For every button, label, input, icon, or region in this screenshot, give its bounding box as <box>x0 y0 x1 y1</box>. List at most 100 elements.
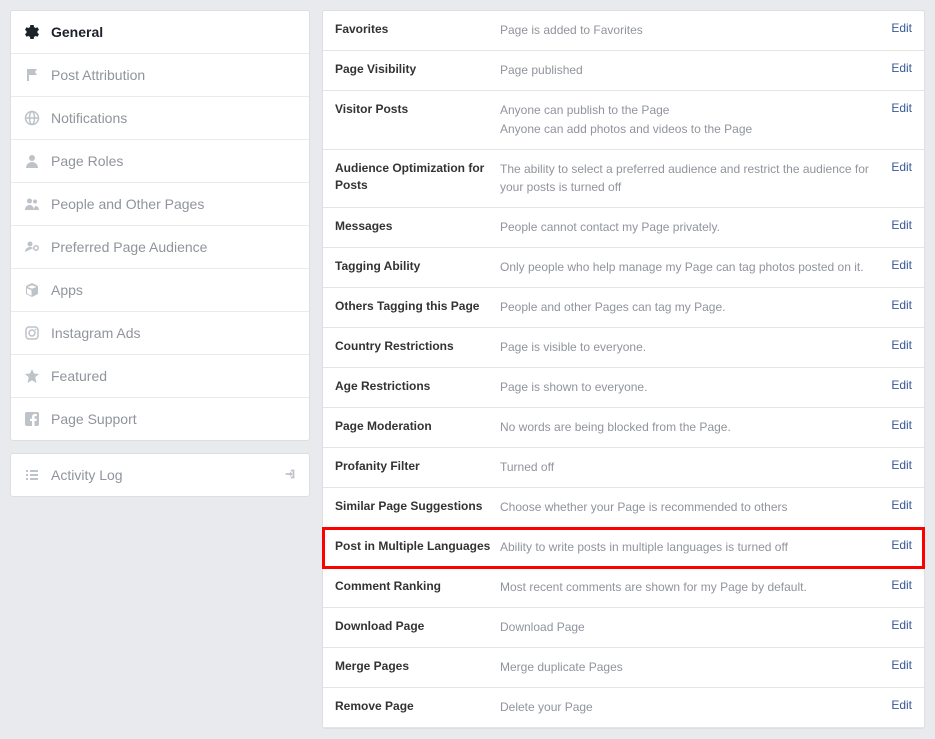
edit-link[interactable]: Edit <box>891 338 912 352</box>
sidebar-nav: General Post Attribution Notifications Page… <box>10 10 310 441</box>
setting-value: Ability to write posts in multiple langu… <box>500 538 881 557</box>
setting-label: Remove Page <box>335 698 500 715</box>
sidebar-item-label: Page Support <box>51 411 137 427</box>
setting-row-profanity-filter: Profanity FilterTurned off Edit <box>323 448 924 488</box>
edit-link[interactable]: Edit <box>891 578 912 592</box>
setting-label: Age Restrictions <box>335 378 500 395</box>
setting-row-post-in-multiple-languages: Post in Multiple LanguagesAbility to wri… <box>323 528 924 568</box>
setting-row-tagging-ability: Tagging AbilityOnly people who help mana… <box>323 248 924 288</box>
camera-icon <box>23 324 41 342</box>
setting-value: Turned off <box>500 458 881 477</box>
setting-row-others-tagging-this-page: Others Tagging this PagePeople and other… <box>323 288 924 328</box>
setting-row-comment-ranking: Comment RankingMost recent comments are … <box>323 568 924 608</box>
setting-row-age-restrictions: Age RestrictionsPage is shown to everyon… <box>323 368 924 408</box>
edit-link[interactable]: Edit <box>891 378 912 392</box>
sidebar-item-apps[interactable]: Apps <box>11 269 309 312</box>
setting-value: Anyone can publish to the PageAnyone can… <box>500 101 881 139</box>
setting-row-remove-page: Remove PageDelete your Page Edit <box>323 688 924 728</box>
list-icon <box>23 466 41 484</box>
sidebar-item-label: Post Attribution <box>51 67 145 83</box>
sidebar-item-label: Notifications <box>51 110 127 126</box>
sidebar-item-label: Page Roles <box>51 153 123 169</box>
setting-label: Visitor Posts <box>335 101 500 118</box>
sidebar-item-general[interactable]: General <box>11 11 309 54</box>
sidebar-activity: Activity Log <box>10 453 310 497</box>
setting-label: Page Moderation <box>335 418 500 435</box>
sidebar-item-featured[interactable]: Featured <box>11 355 309 398</box>
setting-row-messages: MessagesPeople cannot contact my Page pr… <box>323 208 924 248</box>
settings-sidebar: General Post Attribution Notifications Page… <box>10 10 310 729</box>
sidebar-item-label: People and Other Pages <box>51 196 204 212</box>
edit-link[interactable]: Edit <box>891 418 912 432</box>
setting-label: Country Restrictions <box>335 338 500 355</box>
sidebar-item-label: Preferred Page Audience <box>51 239 207 255</box>
setting-value: Page is visible to everyone. <box>500 338 881 357</box>
sidebar-item-label: Apps <box>51 282 83 298</box>
setting-row-similar-page-suggestions: Similar Page SuggestionsChoose whether y… <box>323 488 924 528</box>
fb-icon <box>23 410 41 428</box>
setting-label: Similar Page Suggestions <box>335 498 500 515</box>
setting-label: Audience Optimization for Posts <box>335 160 500 194</box>
edit-link[interactable]: Edit <box>891 658 912 672</box>
setting-label: Merge Pages <box>335 658 500 675</box>
sidebar-item-page-roles[interactable]: Page Roles <box>11 140 309 183</box>
sidebar-item-label: Featured <box>51 368 107 384</box>
setting-row-visitor-posts: Visitor PostsAnyone can publish to the P… <box>323 91 924 150</box>
edit-link[interactable]: Edit <box>891 498 912 512</box>
sidebar-item-post-attribution[interactable]: Post Attribution <box>11 54 309 97</box>
arrow-right-icon <box>283 467 297 484</box>
setting-row-download-page: Download PageDownload Page Edit <box>323 608 924 648</box>
sidebar-item-activity-log[interactable]: Activity Log <box>11 454 309 496</box>
sidebar-item-people-and-other-pages[interactable]: People and Other Pages <box>11 183 309 226</box>
person-icon <box>23 152 41 170</box>
setting-value: People and other Pages can tag my Page. <box>500 298 881 317</box>
setting-value: Most recent comments are shown for my Pa… <box>500 578 881 597</box>
sidebar-item-label: Instagram Ads <box>51 325 141 341</box>
edit-link[interactable]: Edit <box>891 218 912 232</box>
sidebar-item-notifications[interactable]: Notifications <box>11 97 309 140</box>
edit-link[interactable]: Edit <box>891 538 912 552</box>
setting-value: Delete your Page <box>500 698 881 717</box>
setting-label: Others Tagging this Page <box>335 298 500 315</box>
setting-label: Page Visibility <box>335 61 500 78</box>
setting-label: Download Page <box>335 618 500 635</box>
edit-link[interactable]: Edit <box>891 698 912 712</box>
setting-value: People cannot contact my Page privately. <box>500 218 881 237</box>
setting-value: Page is shown to everyone. <box>500 378 881 397</box>
settings-panel: FavoritesPage is added to FavoritesEditP… <box>322 10 925 729</box>
edit-link[interactable]: Edit <box>891 258 912 272</box>
sidebar-item-preferred-page-audience[interactable]: Preferred Page Audience <box>11 226 309 269</box>
setting-label: Favorites <box>335 21 500 38</box>
setting-value: Page published <box>500 61 881 80</box>
setting-value: The ability to select a preferred audien… <box>500 160 881 197</box>
setting-value: Only people who help manage my Page can … <box>500 258 881 277</box>
setting-label: Post in Multiple Languages <box>335 538 500 555</box>
edit-link[interactable]: Edit <box>891 458 912 472</box>
setting-value: Choose whether your Page is recommended … <box>500 498 881 517</box>
sidebar-item-instagram-ads[interactable]: Instagram Ads <box>11 312 309 355</box>
setting-value: Merge duplicate Pages <box>500 658 881 677</box>
setting-label: Comment Ranking <box>335 578 500 595</box>
sidebar-item-label: General <box>51 24 103 40</box>
star-icon <box>23 367 41 385</box>
setting-label: Messages <box>335 218 500 235</box>
edit-link[interactable]: Edit <box>891 618 912 632</box>
edit-link[interactable]: Edit <box>891 101 912 115</box>
gear-icon <box>23 23 41 41</box>
edit-link[interactable]: Edit <box>891 61 912 75</box>
setting-row-page-moderation: Page ModerationNo words are being blocke… <box>323 408 924 448</box>
edit-link[interactable]: Edit <box>891 160 912 174</box>
edit-link[interactable]: Edit <box>891 298 912 312</box>
setting-value: Download Page <box>500 618 881 637</box>
setting-label: Profanity Filter <box>335 458 500 475</box>
setting-value: Page is added to Favorites <box>500 21 881 40</box>
setting-row-merge-pages: Merge PagesMerge duplicate Pages Edit <box>323 648 924 688</box>
setting-label: Tagging Ability <box>335 258 500 275</box>
globe-icon <box>23 109 41 127</box>
box-icon <box>23 281 41 299</box>
setting-row-country-restrictions: Country RestrictionsPage is visible to e… <box>323 328 924 368</box>
edit-link[interactable]: Edit <box>891 21 912 35</box>
setting-row-favorites: FavoritesPage is added to Favorites Edit <box>323 11 924 51</box>
sidebar-item-page-support[interactable]: Page Support <box>11 398 309 440</box>
sidebar-item-label: Activity Log <box>51 467 123 483</box>
